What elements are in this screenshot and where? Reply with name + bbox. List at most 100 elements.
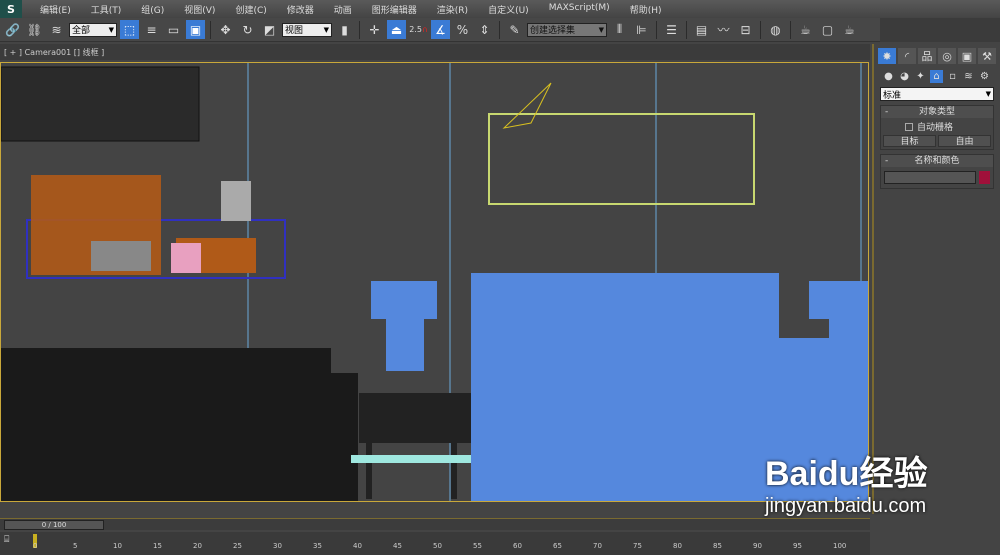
track-bar[interactable]: ⌸ 0 5 10 15 20 25 30 35 40 45 50 55 60 65 70 75 80 85 90 95… xyxy=(0,532,870,555)
auto-grid-label: 自动栅格 xyxy=(917,123,954,133)
align-icon[interactable]: ⊫ xyxy=(632,20,651,39)
sofa xyxy=(1,348,358,501)
systems-icon[interactable]: ⚙ xyxy=(978,70,991,83)
frame-tick-label: 15 xyxy=(153,542,162,550)
display-tab-icon[interactable]: ▣ xyxy=(958,48,976,64)
menu-item[interactable]: 帮助(H) xyxy=(620,3,672,16)
object-color-swatch[interactable] xyxy=(979,171,990,184)
app-logo[interactable]: S xyxy=(0,0,22,18)
frame-tick-label: 20 xyxy=(193,542,202,550)
rotate-icon[interactable]: ↻ xyxy=(238,20,257,39)
target-camera-button[interactable]: 目标 xyxy=(883,135,936,147)
rendered-frame-window-icon[interactable]: ▢ xyxy=(818,20,837,39)
viewport-label[interactable]: [ + ] Camera001 [] 线框 ] xyxy=(0,44,870,60)
edit-named-selection-icon[interactable]: ✎ xyxy=(505,20,524,39)
schematic-view-icon[interactable]: ⊟ xyxy=(736,20,755,39)
name-color-title: 名称和颜色 xyxy=(914,156,960,166)
lights-icon[interactable]: ✦ xyxy=(914,70,927,83)
rug xyxy=(351,455,471,463)
selection-filter-value: 全部 xyxy=(72,26,91,36)
menu-item[interactable]: 编辑(E) xyxy=(30,3,81,16)
curve-editor-icon[interactable]: 〰 xyxy=(714,20,733,39)
create-tab-icon[interactable]: ✸ xyxy=(878,48,896,64)
manipulate-icon[interactable]: ✛ xyxy=(365,20,384,39)
camera-viewport[interactable] xyxy=(0,62,869,502)
separator xyxy=(359,20,360,39)
menu-item[interactable]: 动画 xyxy=(324,3,362,16)
move-icon[interactable]: ✥ xyxy=(216,20,235,39)
render-setup-icon[interactable]: ☕ xyxy=(796,20,815,39)
object-type-title: 对象类型 xyxy=(918,107,955,117)
chevron-down-icon: ▼ xyxy=(108,25,114,34)
menu-item[interactable]: 视图(V) xyxy=(174,3,225,16)
frame-tick-label: 80 xyxy=(673,542,682,550)
material-editor-icon[interactable]: ◍ xyxy=(766,20,785,39)
spinner-snap-icon[interactable]: ⇕ xyxy=(475,20,494,39)
name-color-header[interactable]: - 名称和颜色 xyxy=(881,155,993,167)
scale-icon[interactable]: ◩ xyxy=(260,20,279,39)
bind-spacewarp-icon[interactable]: ≋ xyxy=(47,20,66,39)
time-slider-thumb[interactable]: 0 / 100 xyxy=(4,520,104,530)
graphite-ribbon-icon[interactable]: ▤ xyxy=(692,20,711,39)
geometry-icon[interactable]: ● xyxy=(882,70,895,83)
window-crossing-icon[interactable]: ▣ xyxy=(186,20,205,39)
scene-wireframe xyxy=(1,63,868,501)
keyboard-shortcut-toggle-icon[interactable]: ⏏ xyxy=(387,20,406,39)
object-type-header[interactable]: - 对象类型 xyxy=(881,106,993,118)
menu-item[interactable]: 组(G) xyxy=(131,3,174,16)
chevron-down-icon: ▼ xyxy=(598,25,604,34)
camera-gizmo xyxy=(502,82,552,129)
free-camera-button[interactable]: 自由 xyxy=(938,135,991,147)
menu-item[interactable]: MAXScript(M) xyxy=(539,3,620,16)
cameras-icon[interactable]: ⌂ xyxy=(930,70,943,83)
helpers-icon[interactable]: ▫ xyxy=(946,70,959,83)
menu-item[interactable]: 图形编辑器 xyxy=(362,3,427,16)
spacewarps-icon[interactable]: ≋ xyxy=(962,70,975,83)
named-selection-value: 创建选择集 xyxy=(530,26,576,36)
separator xyxy=(210,20,211,39)
frame-tick-label: 55 xyxy=(473,542,482,550)
watermark-url: jingyan.baidu.com xyxy=(765,495,927,517)
mirror-icon[interactable]: ⫴ xyxy=(610,20,629,39)
frame-tick-label: 60 xyxy=(513,542,522,550)
shapes-icon[interactable]: ◕ xyxy=(898,70,911,83)
pivot-center-icon[interactable]: ▮ xyxy=(335,20,354,39)
toolbar-empty-area xyxy=(880,18,1000,42)
motion-tab-icon[interactable]: ◎ xyxy=(938,48,956,64)
object-name-input[interactable] xyxy=(884,171,976,184)
menu-item[interactable]: 创建(C) xyxy=(225,3,276,16)
select-by-name-icon[interactable]: ≡ xyxy=(142,20,161,39)
selection-filter-dropdown[interactable]: 全部 ▼ xyxy=(69,22,117,37)
angle-snap-icon[interactable]: ∡ xyxy=(431,20,450,39)
category-dropdown[interactable]: 标准 ▼ xyxy=(880,87,994,101)
frame-tick-label: 30 xyxy=(273,542,282,550)
frame-tick-label: 65 xyxy=(553,542,562,550)
menu-item[interactable]: 工具(T) xyxy=(81,3,132,16)
render-production-icon[interactable]: ☕ xyxy=(840,20,859,39)
menu-item[interactable]: 渲染(R) xyxy=(427,3,478,16)
utilities-tab-icon[interactable]: ⚒ xyxy=(978,48,996,64)
modify-tab-icon[interactable]: ◜ xyxy=(898,48,916,64)
separator xyxy=(686,20,687,39)
unlink-icon[interactable]: ⛓ xyxy=(25,20,44,39)
frame-tick-label: 50 xyxy=(433,542,442,550)
link-icon[interactable]: 🔗 xyxy=(3,20,22,39)
reference-coord-value: 视图 xyxy=(285,26,304,36)
nightstand xyxy=(359,393,471,499)
reference-coord-dropdown[interactable]: 视图 ▼ xyxy=(282,22,332,37)
category-value: 标准 xyxy=(883,90,902,101)
chevron-down-icon: ▼ xyxy=(985,90,991,98)
frame-tick-label: 95 xyxy=(793,542,802,550)
snap-toggle-button[interactable]: 2.5 ∩ xyxy=(409,20,428,39)
time-slider[interactable]: 0 / 100 xyxy=(0,518,870,530)
menu-item[interactable]: 修改器 xyxy=(277,3,324,16)
named-selection-dropdown[interactable]: 创建选择集 ▼ xyxy=(527,22,607,37)
menu-item[interactable]: 自定义(U) xyxy=(478,3,539,16)
percent-snap-icon[interactable]: % xyxy=(453,20,472,39)
layer-manager-icon[interactable]: ☰ xyxy=(662,20,681,39)
rectangle-selection-icon[interactable]: ▭ xyxy=(164,20,183,39)
hierarchy-tab-icon[interactable]: 品 xyxy=(918,48,936,64)
auto-grid-checkbox[interactable]: 自动栅格 xyxy=(881,118,993,133)
select-object-icon[interactable]: ⬚ xyxy=(120,20,139,39)
separator xyxy=(760,20,761,39)
